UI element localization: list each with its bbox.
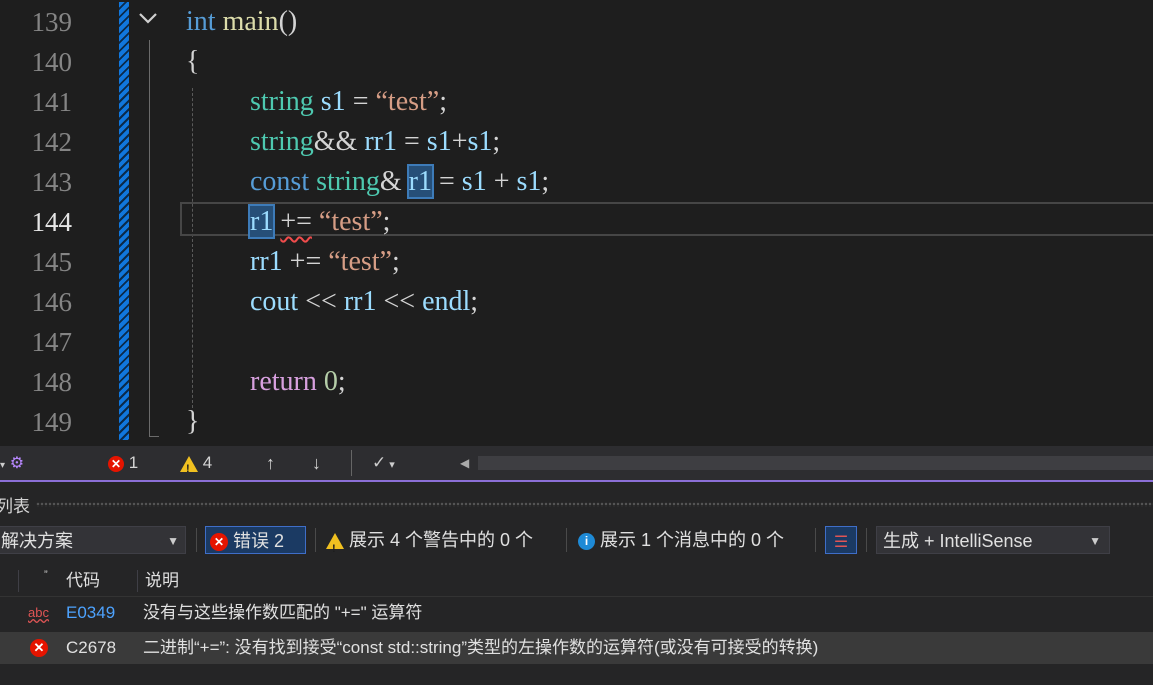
- intellisense-error-icon: abc: [28, 605, 49, 620]
- errors-filter-button[interactable]: ✕ 错误 2: [205, 526, 306, 554]
- fold-region-end: [149, 436, 159, 437]
- filter-list-icon: ☰: [833, 534, 849, 551]
- error-code-link[interactable]: E0349: [66, 597, 115, 629]
- line-number: 140: [31, 47, 73, 77]
- warning-icon: !: [180, 455, 198, 475]
- editor-status-strip: ▾ ⚙ ✕ 1 ! 4 ↑ ↓ ✓ ▾ ◀: [0, 446, 1153, 480]
- brush-icon: ✓: [372, 453, 387, 472]
- code-line-139: int main(): [186, 6, 298, 37]
- line-number: 149: [31, 407, 73, 437]
- error-list-panel: 列表 解决方案 ▼ ✕ 错误 2 ! 展示 4 个警告中的 0 个 i 展示 1…: [0, 482, 1153, 685]
- column-header-description[interactable]: 说明: [145, 566, 179, 596]
- panel-title: 列表: [0, 497, 30, 516]
- next-issue-button[interactable]: ↓: [312, 452, 321, 474]
- indent-guide: [192, 88, 193, 408]
- chevron-down-icon: ▼: [167, 534, 179, 548]
- divider: [815, 528, 816, 552]
- divider: [351, 450, 352, 476]
- error-list-header: ” 代码 说明: [0, 566, 1153, 596]
- error-code-link[interactable]: C2678: [66, 632, 116, 664]
- column-divider: [137, 570, 138, 592]
- code-line-148: return 0;: [250, 366, 346, 397]
- line-number: 146: [31, 287, 73, 317]
- change-tracking-bar: [119, 2, 129, 440]
- panel-drag-grip[interactable]: [36, 502, 1153, 507]
- warnings-filter-button[interactable]: ! 展示 4 个警告中的 0 个: [326, 526, 533, 555]
- error-icon: ✕: [210, 533, 228, 552]
- fold-region-line: [149, 40, 150, 437]
- divider: [196, 528, 197, 552]
- error-squiggle: +=: [280, 206, 312, 237]
- symbol-highlight: r1: [406, 164, 435, 199]
- line-number: 143: [31, 167, 73, 197]
- table-row-selected[interactable]: ✕ C2678 二进制“+=”: 没有找到接受“const std::strin…: [0, 632, 1153, 664]
- error-list-toolbar: 解决方案 ▼ ✕ 错误 2 ! 展示 4 个警告中的 0 个 i 展示 1 个消…: [0, 522, 1153, 558]
- suppression-column-icon[interactable]: ”: [44, 560, 48, 590]
- symbol-highlight: r1: [247, 204, 276, 239]
- code-line-146: cout << rr1 << endl;: [250, 286, 479, 317]
- code-line-145: rr1 += “test”;: [250, 246, 400, 277]
- line-number: 139: [31, 7, 73, 37]
- line-number: 148: [31, 367, 73, 397]
- column-divider: [18, 570, 19, 592]
- table-row[interactable]: abc E0349 没有与这些操作数匹配的 "+=" 运算符: [0, 596, 1153, 629]
- divider: [866, 528, 867, 552]
- info-icon: i: [578, 532, 595, 550]
- warning-icon: !: [326, 533, 344, 555]
- line-number: 142: [31, 127, 73, 157]
- previous-issue-button[interactable]: ↑: [266, 452, 275, 474]
- zoom-dropdown[interactable]: ▾ ⚙: [0, 452, 24, 474]
- divider: [315, 528, 316, 552]
- code-line-149: }: [186, 406, 200, 437]
- scroll-left-arrow[interactable]: ◀: [460, 452, 469, 474]
- error-count-indicator[interactable]: ✕ 1: [108, 452, 138, 474]
- code-line-144: r1 += “test”;: [247, 204, 391, 239]
- code-cleanup-button[interactable]: ✓ ▾: [372, 452, 395, 474]
- code-editor[interactable]: 139 140 141 142 143 144 145 146 147 148 …: [0, 0, 1153, 446]
- error-icon: ✕: [30, 639, 48, 657]
- health-icon: ⚙: [9, 455, 25, 472]
- code-line-140: {: [186, 46, 200, 77]
- line-number: 145: [31, 247, 73, 277]
- code-line-142: string&& rr1 = s1+s1;: [250, 126, 501, 157]
- error-description: 二进制“+=”: 没有找到接受“const std::string”类型的左操作…: [143, 638, 819, 657]
- divider: [566, 528, 567, 552]
- chevron-down-icon[interactable]: [134, 6, 162, 34]
- line-number: 147: [31, 327, 73, 357]
- build-source-dropdown[interactable]: 生成 + IntelliSense ▼: [876, 526, 1110, 554]
- line-number: 141: [31, 87, 73, 117]
- messages-filter-button[interactable]: i 展示 1 个消息中的 0 个: [578, 526, 784, 554]
- warning-count-indicator[interactable]: ! 4: [180, 452, 212, 475]
- code-line-141: string s1 = “test”;: [250, 86, 448, 117]
- error-description: 没有与这些操作数匹配的 "+=" 运算符: [143, 603, 423, 622]
- horizontal-scrollbar[interactable]: [478, 456, 1153, 470]
- line-number-current: 144: [31, 207, 73, 237]
- scope-dropdown[interactable]: 解决方案 ▼: [0, 526, 186, 554]
- column-header-code[interactable]: 代码: [66, 566, 100, 596]
- filter-toggle-button[interactable]: ☰: [825, 526, 857, 554]
- error-icon: ✕: [108, 455, 124, 472]
- code-line-143: const string& r1 = s1 + s1;: [250, 164, 550, 199]
- chevron-down-icon: ▼: [1089, 534, 1101, 548]
